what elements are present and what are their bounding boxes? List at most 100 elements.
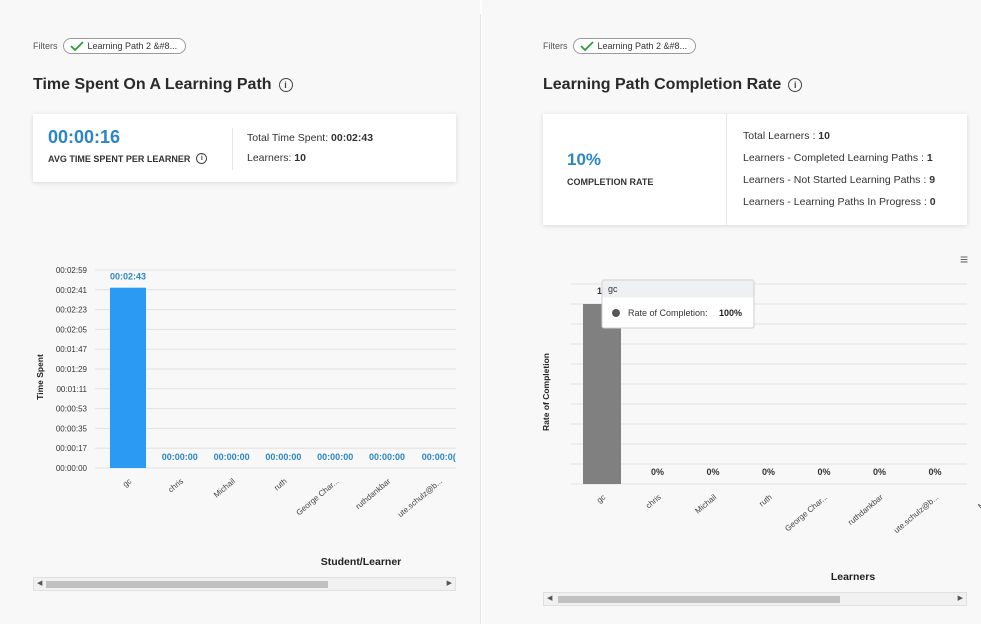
chart-menu-icon[interactable]: ≡: [960, 252, 968, 266]
filters-label: Filters: [33, 41, 58, 51]
scroll-right-arrow[interactable]: ▶: [447, 578, 452, 590]
info-icon[interactable]: i: [278, 78, 293, 92]
bar: [583, 304, 621, 484]
card-divider: [726, 114, 727, 225]
stat-total-learners: Total Learners : 10: [743, 130, 830, 142]
stat-label: Learners - Not Started Learning Paths :: [743, 174, 930, 186]
summary-card: 00:00:16 AVG TIME SPENT PER LEARNER i To…: [33, 114, 456, 182]
filters-bar: Filters Learning Path 2 &#8...: [33, 38, 187, 54]
x-tick-label: Michail: [693, 493, 718, 516]
avg-time-caption-text: AVG TIME SPENT PER LEARNER: [48, 153, 191, 164]
y-axis-label: Time Spent: [35, 354, 45, 400]
completion-rate-value: 10%: [567, 150, 602, 169]
tooltip-label: Rate of Completion:: [628, 308, 708, 318]
stat-label: Learners - Learning Paths In Progress :: [743, 196, 930, 208]
time-spent-panel: Filters Learning Path 2 &#8... Time Spen…: [0, 0, 480, 624]
x-tick-label: Marc: [976, 493, 981, 511]
completion-rate-caption: COMPLETION RATE: [567, 177, 654, 187]
bar: [110, 287, 146, 468]
x-tick-label: chris: [644, 493, 663, 511]
info-icon[interactable]: i: [196, 153, 208, 164]
stat-value: 0: [929, 196, 936, 208]
scroll-thumb[interactable]: [46, 581, 328, 588]
filter-chip-label: Learning Path 2 &#8...: [87, 41, 178, 51]
stat-in-progress: Learners - Learning Paths In Progress : …: [743, 196, 936, 208]
title-text: Time Spent On A Learning Path: [33, 76, 272, 93]
scroll-left-arrow[interactable]: ◀: [547, 593, 552, 605]
total-time-stat: Total Time Spent: 00:02:43: [247, 132, 373, 144]
y-tick-label: 00:02:59: [56, 266, 88, 275]
completion-rate-panel: Filters Learning Path 2 &#8... Learning …: [482, 0, 981, 624]
data-label: 00:00:00: [214, 452, 250, 462]
y-tick-label: 00:02:23: [56, 306, 88, 315]
stat-label: Total Learners :: [743, 130, 819, 142]
y-tick-label: 00:02:05: [56, 325, 88, 334]
data-label: 0%: [762, 467, 775, 477]
stat-value: 1: [926, 152, 933, 164]
chart-scrollbar[interactable]: ◀ ▶: [33, 577, 456, 591]
x-tick-label: gc: [595, 493, 607, 505]
y-tick-label: 00:00:35: [56, 424, 88, 433]
y-axis-label: Rate of Completion: [541, 353, 551, 431]
total-time-value: 00:02:43: [331, 132, 374, 144]
stat-value: 9: [929, 174, 936, 186]
check-icon: [579, 41, 594, 51]
stat-completed: Learners - Completed Learning Paths : 1: [743, 152, 933, 164]
y-tick-label: 00:01:29: [56, 365, 88, 374]
filter-chip-label: Learning Path 2 &#8...: [597, 41, 688, 51]
card-divider: [232, 128, 233, 170]
data-label: 00:00:00: [317, 452, 353, 462]
series-dot-icon: [612, 309, 620, 317]
data-label: 0%: [928, 467, 941, 477]
filter-chip[interactable]: Learning Path 2 &#8...: [572, 38, 697, 54]
y-tick-label: 00:02:41: [56, 286, 88, 295]
filter-chip[interactable]: Learning Path 2 &#8...: [62, 38, 187, 54]
learners-label: Learners:: [247, 152, 295, 164]
scroll-left-arrow[interactable]: ◀: [37, 578, 42, 590]
title-text: Learning Path Completion Rate: [543, 76, 782, 93]
page-title: Time Spent On A Learning Path i: [33, 76, 293, 94]
completion-rate-chart: 10gc0%chris0%Michail0%ruth0%George Char.…: [541, 279, 981, 583]
y-tick-label: 00:00:53: [56, 405, 88, 414]
chart-scrollbar[interactable]: ◀ ▶: [543, 592, 967, 606]
learners-stat: Learners: 10: [247, 152, 306, 164]
data-label: 0%: [817, 467, 830, 477]
x-tick-label: ruthdankbar: [846, 492, 885, 527]
filters-bar: Filters Learning Path 2 &#8...: [543, 38, 697, 54]
x-axis-label: Student/Learner: [321, 556, 402, 568]
x-tick-label: ute.schulz@b...: [396, 477, 444, 519]
tooltip-header: [602, 280, 754, 298]
learners-value: 10: [294, 152, 306, 164]
x-tick-label: chris: [166, 477, 185, 495]
filters-label: Filters: [543, 41, 568, 51]
info-icon[interactable]: i: [788, 78, 803, 92]
scroll-right-arrow[interactable]: ▶: [958, 593, 963, 605]
data-label: 0%: [651, 467, 664, 477]
y-tick-label: 00:01:47: [56, 345, 88, 354]
data-label: 0%: [873, 467, 886, 477]
scroll-thumb[interactable]: [558, 596, 840, 603]
avg-time-caption: AVG TIME SPENT PER LEARNER i: [48, 153, 208, 164]
data-label: 00:00:00: [162, 452, 198, 462]
summary-card: 10% COMPLETION RATE Total Learners : 10 …: [543, 114, 967, 225]
x-tick-label: George Char...: [294, 477, 340, 518]
stat-not-started: Learners - Not Started Learning Paths : …: [743, 174, 935, 186]
x-tick-label: ruth: [757, 493, 773, 509]
total-time-label: Total Time Spent:: [247, 132, 332, 144]
check-icon: [69, 41, 84, 51]
page-title: Learning Path Completion Rate i: [543, 76, 803, 94]
x-tick-label: ruth: [272, 477, 288, 493]
x-tick-label: ruthdankbar: [354, 476, 393, 511]
x-tick-label: Michail: [212, 477, 237, 500]
tooltip-value: 100%: [719, 308, 742, 318]
chart-tooltip: gc Rate of Completion: 100%: [601, 279, 755, 329]
avg-time-value: 00:00:16: [48, 127, 121, 147]
time-spent-chart: 00:00:00 00:00:17 00:00:35 00:00:53 00:01:11…: [35, 266, 480, 568]
stat-label: Learners - Completed Learning Paths :: [743, 152, 927, 164]
data-label: 00:02:43: [110, 272, 146, 282]
data-label: 0%: [706, 467, 719, 477]
x-tick-label: gc: [121, 477, 133, 489]
data-label: 00:00:00: [265, 452, 301, 462]
y-tick-label: 00:00:17: [56, 444, 88, 453]
stat-value: 10: [818, 130, 830, 142]
